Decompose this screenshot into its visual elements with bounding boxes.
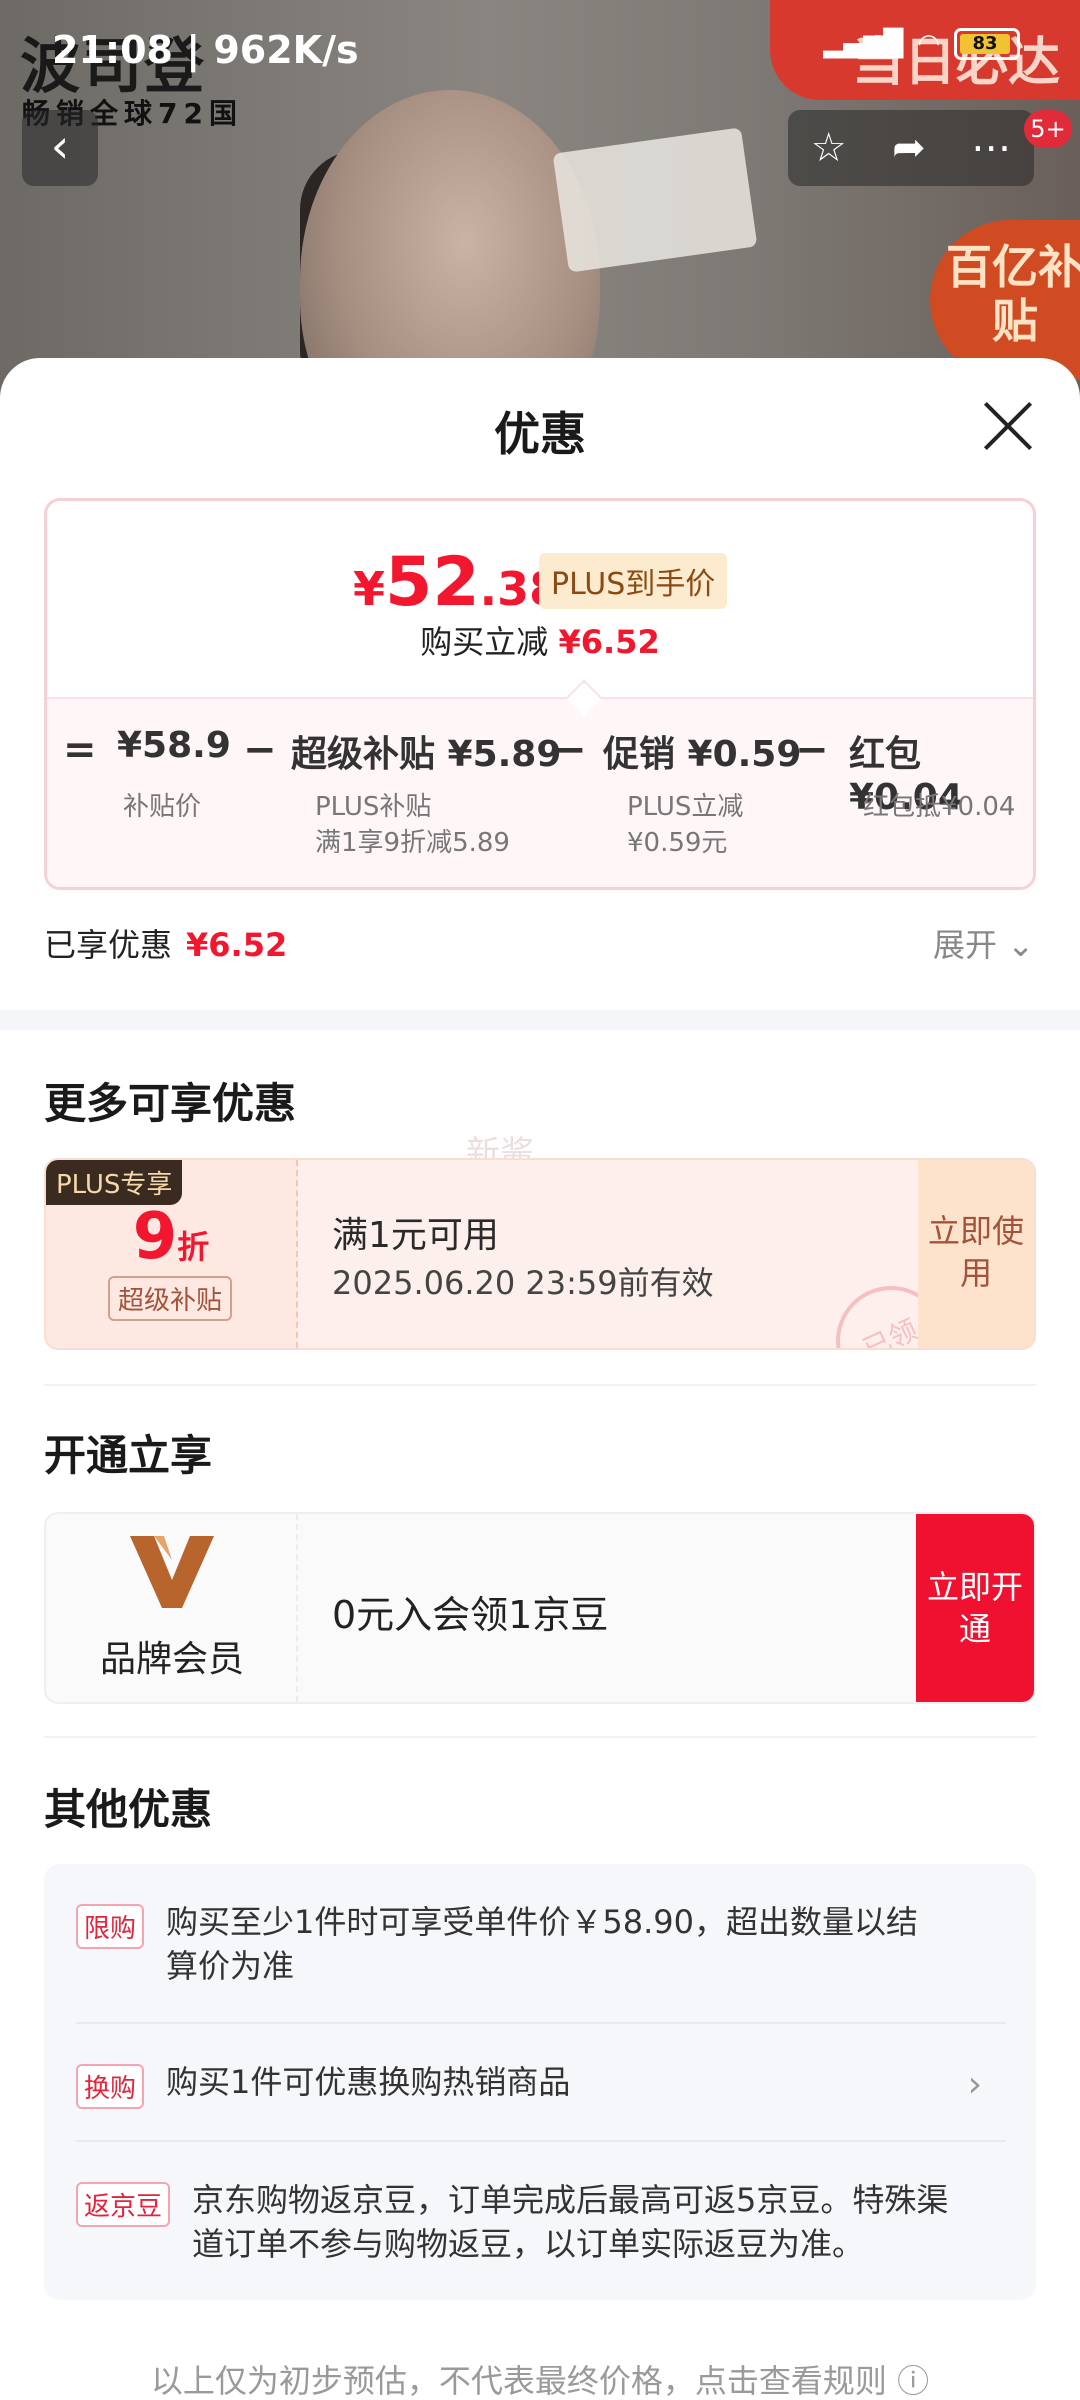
other-offers-list: 限购 购买至少1件时可享受单件价￥58.90，超出数量以结算价为准 换购 购买1… xyxy=(44,1864,1036,2300)
net-speed: 962K/s xyxy=(213,28,359,72)
battery-icon: 83 xyxy=(954,28,1020,60)
discount-unit: 折 xyxy=(177,1228,210,1266)
more-offers-title: 更多可享优惠 xyxy=(44,1079,297,1128)
super-subsidy-sub: PLUS补贴 满1享9折减5.89 xyxy=(315,789,510,861)
super-subsidy-value: 超级补贴 ¥5.89 xyxy=(291,734,562,775)
list-item: 限购 购买至少1件时可享受单件价￥58.90，超出数量以结算价为准 xyxy=(76,1903,1006,1994)
clock-text: 21:08 xyxy=(52,28,173,72)
open-enjoy-title: 开通立享 xyxy=(44,1431,213,1480)
favorite-star-icon[interactable]: ☆ xyxy=(811,125,847,171)
expand-toggle[interactable]: 展开 ⌄ xyxy=(933,920,1034,966)
promo-sub2: ¥0.59元 xyxy=(627,828,728,858)
exchange-text: 购买1件可优惠换购热销商品 xyxy=(166,2063,571,2101)
list-divider xyxy=(76,2022,1006,2024)
base-price-label: 补贴价 xyxy=(123,792,202,822)
coupon-validity: 2025.06.20 23:59前有效 xyxy=(332,1264,714,1302)
member-logo-panel: 品牌会员 xyxy=(46,1514,298,1702)
chevron-right-icon: › xyxy=(967,2064,982,2105)
red-packet-sub: 红包抵¥0.04 xyxy=(863,792,1016,822)
list-item[interactable]: 换购 购买1件可优惠换购热销商品 › xyxy=(76,2063,1006,2114)
message-count-badge: 5+ xyxy=(1024,110,1072,148)
instant-cut-label: 购买立减 xyxy=(420,623,549,661)
share-icon[interactable]: ➦ xyxy=(892,125,926,171)
jingdou-tag: 返京豆 xyxy=(76,2182,171,2227)
minus-sign-1: − xyxy=(243,727,277,773)
list-item: 返京豆 京东购物返京豆，订单完成后最高可返5京豆。特殊渠道订单不参与购物返豆，以… xyxy=(76,2181,1006,2272)
promo-value: 促销 ¥0.59 xyxy=(603,734,802,775)
brand-v-logo-icon xyxy=(130,1536,214,1608)
base-price-value: ¥58.9 xyxy=(117,725,231,766)
status-icons: ▂▄▆█ ◠ 83 xyxy=(823,28,1020,60)
coupon-condition: 满1元可用 xyxy=(332,1215,499,1256)
other-offers-title: 其他优惠 xyxy=(44,1785,213,1834)
subsidy-badge: 百亿补贴 xyxy=(930,220,1080,380)
section-divider xyxy=(0,1010,1080,1030)
equals-sign: = xyxy=(63,727,97,773)
info-icon: ⓘ xyxy=(897,2362,930,2400)
join-member-button[interactable]: 立即开通 xyxy=(916,1514,1034,1702)
enjoyed-value: ¥6.52 xyxy=(186,926,288,964)
plus-price-tag: PLUS到手价 xyxy=(539,553,728,609)
plus-coupon: PLUS专享 9折 超级补贴 满1元可用 2025.06.20 23:59前有效… xyxy=(44,1158,1036,1350)
instant-cut: 购买立减 ¥6.52 xyxy=(47,617,1033,663)
instant-cut-value: ¥6.52 xyxy=(558,623,660,661)
footer-note-text: 以上仅为初步预估，不代表最终价格，点击查看规则 xyxy=(150,2362,887,2400)
wifi-icon: ◠ xyxy=(917,29,940,59)
top-actions: ☆ ➦ ⋯ xyxy=(788,110,1034,186)
limit-tag: 限购 xyxy=(76,1904,145,1949)
back-button[interactable]: ‹ xyxy=(22,110,98,186)
coupon-type-tag: 超级补贴 xyxy=(108,1276,233,1321)
list-divider xyxy=(76,2140,1006,2142)
use-coupon-button[interactable]: 立即使用 xyxy=(918,1160,1034,1348)
status-bar: 21:08 | 962K/s ▂▄▆█ ◠ 83 xyxy=(0,0,1080,100)
sheet-title: 优惠 xyxy=(494,407,586,461)
more-icon[interactable]: ⋯ xyxy=(971,125,1011,171)
coupon-discount: 9折 xyxy=(46,1200,296,1274)
signal-icon: ▂▄▆█ xyxy=(823,29,904,59)
price-integer: 52 xyxy=(385,543,480,622)
coupon-discount-panel: PLUS专享 9折 超级补贴 xyxy=(46,1160,298,1348)
status-time: 21:08 | 962K/s xyxy=(52,28,359,72)
chevron-down-icon: ⌄ xyxy=(1007,926,1034,964)
limit-text: 购买至少1件时可享受单件价￥58.90，超出数量以结算价为准 xyxy=(166,1903,918,1985)
promo-sub: PLUS立减 ¥0.59元 xyxy=(627,789,743,861)
divider xyxy=(44,1736,1036,1738)
battery-level: 83 xyxy=(960,34,1010,54)
discount-number: 9 xyxy=(132,1200,178,1274)
minus-sign-2: − xyxy=(553,727,587,773)
currency-symbol: ¥ xyxy=(353,562,386,616)
exchange-tag: 换购 xyxy=(76,2064,145,2109)
model-hand xyxy=(552,127,758,273)
close-icon[interactable] xyxy=(980,398,1036,454)
member-name: 品牌会员 xyxy=(99,1639,244,1680)
divider xyxy=(44,1384,1036,1386)
final-price: ¥ 52 .38 xyxy=(353,543,561,622)
price-card: ¥ 52 .38 PLUS到手价 购买立减 ¥6.52 = ¥58.9 补贴价 … xyxy=(44,498,1036,890)
jingdou-text: 京东购物返京豆，订单完成后最高可返5京豆。特殊渠道订单不参与购物返豆，以订单实际… xyxy=(192,2181,949,2263)
price-summary: ¥ 52 .38 PLUS到手价 购买立减 ¥6.52 xyxy=(47,501,1033,697)
discount-sheet: 优惠 ¥ 52 .38 PLUS到手价 购买立减 ¥6.52 = ¥58.9 补… xyxy=(0,358,1080,2400)
promo-sub1: PLUS立减 xyxy=(627,792,744,822)
plus-exclusive-badge: PLUS专享 xyxy=(46,1160,183,1205)
member-offer: 0元入会领1京豆 xyxy=(332,1593,609,1637)
footer-note[interactable]: 以上仅为初步预估，不代表最终价格，点击查看规则 ⓘ xyxy=(0,2356,1080,2400)
super-subsidy-sub2: 满1享9折减5.89 xyxy=(315,828,510,858)
expand-label: 展开 xyxy=(933,926,998,964)
enjoyed-discount: 已享优惠 ¥6.52 xyxy=(44,920,287,966)
super-subsidy-sub1: PLUS补贴 xyxy=(315,792,432,822)
brand-member-card: 品牌会员 0元入会领1京豆 立即开通 xyxy=(44,1512,1036,1704)
price-breakdown: = ¥58.9 补贴价 − 超级补贴 ¥5.89 PLUS补贴 满1享9折减5.… xyxy=(47,679,1033,887)
minus-sign-3: − xyxy=(795,727,829,773)
enjoyed-label: 已享优惠 xyxy=(44,926,173,964)
